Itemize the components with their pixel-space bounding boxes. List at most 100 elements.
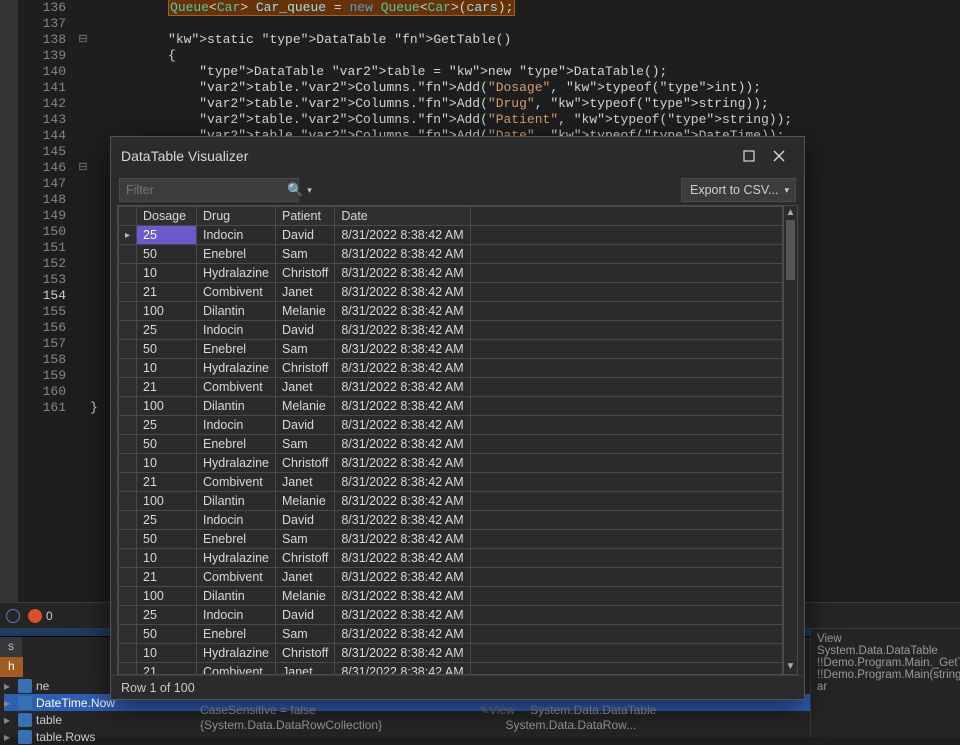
cell-drug[interactable]: Enebrel <box>197 340 276 359</box>
cell-drug[interactable]: Indocin <box>197 416 276 435</box>
cell-dosage[interactable]: 10 <box>137 454 197 473</box>
cell-drug[interactable]: Dilantin <box>197 587 276 606</box>
cell-date[interactable]: 8/31/2022 8:38:42 AM <box>335 321 470 340</box>
cell-dosage[interactable]: 21 <box>137 663 197 675</box>
cell-dosage[interactable]: 50 <box>137 530 197 549</box>
row-header[interactable] <box>119 473 137 492</box>
table-row[interactable]: 21CombiventJanet8/31/2022 8:38:42 AM <box>119 378 783 397</box>
table-row[interactable]: 25IndocinDavid8/31/2022 8:38:42 AM <box>119 226 783 245</box>
table-row[interactable]: 100DilantinMelanie8/31/2022 8:38:42 AM <box>119 492 783 511</box>
row-header[interactable] <box>119 378 137 397</box>
cell-drug[interactable]: Combivent <box>197 283 276 302</box>
row-header[interactable] <box>119 283 137 302</box>
cell-dosage[interactable]: 21 <box>137 283 197 302</box>
cell-drug[interactable]: Dilantin <box>197 397 276 416</box>
table-row[interactable]: 21CombiventJanet8/31/2022 8:38:42 AM <box>119 283 783 302</box>
cell-dosage[interactable]: 21 <box>137 568 197 587</box>
row-header[interactable] <box>119 435 137 454</box>
expand-icon[interactable]: ▸ <box>4 713 14 727</box>
table-row[interactable]: 25IndocinDavid8/31/2022 8:38:42 AM <box>119 416 783 435</box>
callstack-line[interactable]: !!Demo.Program.Main(string[] ar <box>817 669 954 693</box>
table-row[interactable]: 10HydralazineChristoff8/31/2022 8:38:42 … <box>119 454 783 473</box>
scroll-thumb[interactable] <box>786 220 795 280</box>
cell-drug[interactable]: Indocin <box>197 226 276 245</box>
expand-icon[interactable]: ▸ <box>4 679 14 693</box>
bp-tab-1[interactable]: s <box>0 637 23 657</box>
error-count[interactable]: 0 <box>28 609 53 623</box>
row-header[interactable] <box>119 587 137 606</box>
cell-date[interactable]: 8/31/2022 8:38:42 AM <box>335 530 470 549</box>
row-header[interactable] <box>119 359 137 378</box>
row-header[interactable] <box>119 397 137 416</box>
row-header[interactable] <box>119 340 137 359</box>
table-row[interactable]: 25IndocinDavid8/31/2022 8:38:42 AM <box>119 321 783 340</box>
cell-dosage[interactable]: 10 <box>137 264 197 283</box>
maximize-button[interactable] <box>734 141 764 171</box>
table-row[interactable]: 25IndocinDavid8/31/2022 8:38:42 AM <box>119 511 783 530</box>
cell-date[interactable]: 8/31/2022 8:38:42 AM <box>335 302 470 321</box>
row-header[interactable] <box>119 511 137 530</box>
cell-patient[interactable]: David <box>276 511 335 530</box>
search-icon[interactable]: 🔍 <box>287 182 303 198</box>
cell-patient[interactable]: David <box>276 606 335 625</box>
cell-date[interactable]: 8/31/2022 8:38:42 AM <box>335 625 470 644</box>
export-csv-button[interactable]: Export to CSV... ▾ <box>681 178 796 202</box>
cell-dosage[interactable]: 100 <box>137 302 197 321</box>
filter-input[interactable] <box>126 183 287 197</box>
cell-patient[interactable]: Melanie <box>276 397 335 416</box>
row-header[interactable] <box>119 226 137 245</box>
cell-patient[interactable]: Janet <box>276 663 335 675</box>
cell-dosage[interactable]: 50 <box>137 435 197 454</box>
filter-dropdown-icon[interactable]: ▾ <box>307 185 312 196</box>
row-header[interactable] <box>119 454 137 473</box>
table-row[interactable]: 10HydralazineChristoff8/31/2022 8:38:42 … <box>119 359 783 378</box>
cell-dosage[interactable]: 25 <box>137 321 197 340</box>
expand-icon[interactable]: ▸ <box>4 696 14 710</box>
cell-patient[interactable]: Sam <box>276 435 335 454</box>
col-header-dosage[interactable]: Dosage <box>137 207 197 226</box>
cell-dosage[interactable]: 50 <box>137 340 197 359</box>
cell-dosage[interactable]: 10 <box>137 549 197 568</box>
cell-date[interactable]: 8/31/2022 8:38:42 AM <box>335 264 470 283</box>
cell-drug[interactable]: Enebrel <box>197 625 276 644</box>
cell-drug[interactable]: Combivent <box>197 473 276 492</box>
cell-patient[interactable]: Christoff <box>276 264 335 283</box>
cell-patient[interactable]: Janet <box>276 283 335 302</box>
cell-date[interactable]: 8/31/2022 8:38:42 AM <box>335 587 470 606</box>
table-row[interactable]: 10HydralazineChristoff8/31/2022 8:38:42 … <box>119 644 783 663</box>
table-row[interactable]: 50EnebrelSam8/31/2022 8:38:42 AM <box>119 340 783 359</box>
col-header-patient[interactable]: Patient <box>276 207 335 226</box>
row-header[interactable] <box>119 663 137 675</box>
cell-date[interactable]: 8/31/2022 8:38:42 AM <box>335 568 470 587</box>
cell-date[interactable]: 8/31/2022 8:38:42 AM <box>335 340 470 359</box>
cell-drug[interactable]: Indocin <box>197 606 276 625</box>
row-header[interactable] <box>119 644 137 663</box>
cell-patient[interactable]: Sam <box>276 245 335 264</box>
cell-dosage[interactable]: 10 <box>137 359 197 378</box>
row-header[interactable] <box>119 530 137 549</box>
cell-dosage[interactable]: 50 <box>137 245 197 264</box>
cell-patient[interactable]: Sam <box>276 625 335 644</box>
cell-drug[interactable]: Hydralazine <box>197 549 276 568</box>
col-header-date[interactable]: Date <box>335 207 470 226</box>
cell-date[interactable]: 8/31/2022 8:38:42 AM <box>335 606 470 625</box>
cell-dosage[interactable]: 25 <box>137 511 197 530</box>
cell-drug[interactable]: Dilantin <box>197 302 276 321</box>
cell-patient[interactable]: David <box>276 226 335 245</box>
cell-drug[interactable]: Combivent <box>197 378 276 397</box>
row-header[interactable] <box>119 625 137 644</box>
cell-drug[interactable]: Enebrel <box>197 530 276 549</box>
cell-drug[interactable]: Combivent <box>197 568 276 587</box>
cell-date[interactable]: 8/31/2022 8:38:42 AM <box>335 492 470 511</box>
cell-date[interactable]: 8/31/2022 8:38:42 AM <box>335 359 470 378</box>
row-header[interactable] <box>119 606 137 625</box>
cell-drug[interactable]: Hydralazine <box>197 644 276 663</box>
cell-date[interactable]: 8/31/2022 8:38:42 AM <box>335 397 470 416</box>
cell-patient[interactable]: Melanie <box>276 302 335 321</box>
row-header-corner[interactable] <box>119 207 137 226</box>
row-header[interactable] <box>119 245 137 264</box>
row-header[interactable] <box>119 492 137 511</box>
cell-patient[interactable]: David <box>276 321 335 340</box>
cell-dosage[interactable]: 21 <box>137 473 197 492</box>
row-header[interactable] <box>119 568 137 587</box>
